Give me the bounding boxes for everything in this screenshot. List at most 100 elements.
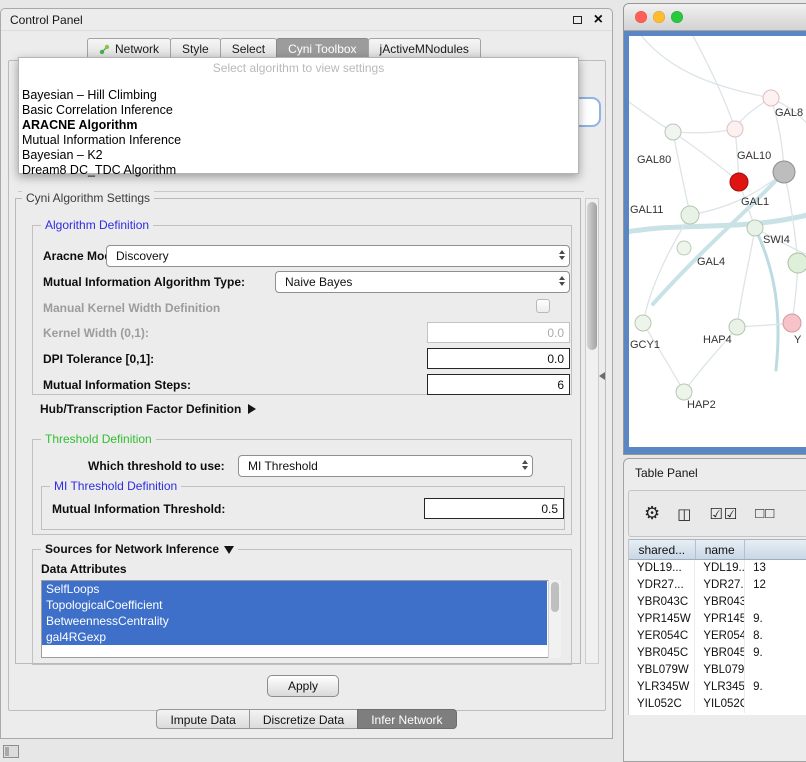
network-node[interactable] [681,206,699,224]
network-node[interactable] [727,121,743,137]
tab-discretize-data[interactable]: Discretize Data [249,709,358,729]
network-view-frame: GAL8GAL80GAL10GAL11GAL1SWI4GAL4GCY1HAP4Y… [624,31,806,454]
tab-label: jActiveMNodules [380,42,469,56]
docked-panel-icon[interactable] [3,745,19,758]
table-settings-gear-icon[interactable]: ⚙ [644,503,660,524]
table-cell: YBR045C [695,645,745,662]
mi-steps-field[interactable]: 6 [427,374,570,395]
select-all-columns-icon[interactable]: ☑☑ [709,505,738,523]
algorithm-option[interactable]: Bayesian – Hill Climbing [19,88,578,103]
algorithm-option[interactable]: Dream8 DC_TDC Algorithm [19,163,578,178]
which-threshold-select[interactable]: MI Threshold [238,455,533,477]
algorithm-option[interactable]: Mutual Information Inference [19,133,578,148]
table-cell: YPR145W [695,611,745,628]
table-row[interactable]: YDL19...YDL19...13 [629,560,806,577]
dropdown-empty-item[interactable] [19,76,578,88]
table-row[interactable]: YER054CYER054C8. [629,628,806,645]
unselect-all-columns-icon[interactable]: □□ [755,505,775,522]
close-window-icon[interactable] [635,11,647,23]
algorithm-option[interactable]: Basic Correlation Inference [19,103,578,118]
sources-expander[interactable]: Sources for Network Inference [41,542,238,556]
table-cell: 8. [745,628,806,645]
tab-impute-data[interactable]: Impute Data [156,709,249,729]
mi-threshold-field[interactable]: 0.5 [424,498,564,519]
table-row[interactable]: YBR045CYBR045C9. [629,645,806,662]
list-scrollbar-thumb[interactable] [551,582,559,612]
traffic-lights [635,11,683,23]
network-node[interactable] [677,241,691,255]
minimize-window-icon[interactable] [653,11,665,23]
settings-scrollbar[interactable] [585,198,599,664]
show-columns-icon[interactable]: ◫ [677,505,692,523]
dpi-tolerance-label: DPI Tolerance [0,1]: [43,352,154,366]
mi-type-select[interactable]: Naive Bayes [275,271,570,293]
network-tab-icon [99,44,110,55]
float-window-icon[interactable] [573,16,582,24]
combo-arrows-icon [559,276,565,286]
zoom-window-icon[interactable] [671,11,683,23]
table-row[interactable]: YBR043CYBR043C [629,594,806,611]
table-cell: YLR345W [695,679,745,696]
table-row[interactable]: YIL052CYIL052C [629,696,806,713]
network-node[interactable] [635,315,651,331]
column-header[interactable] [745,540,806,559]
which-threshold-value: MI Threshold [248,459,318,473]
column-header[interactable]: name [696,540,745,559]
list-scrollbar[interactable] [548,580,561,658]
table-row[interactable]: YBL079WYBL079W [629,662,806,679]
table-cell: 9. [745,611,806,628]
table-row[interactable]: YLR345WYLR345W9. [629,679,806,696]
table-cell: 9. [745,679,806,696]
settings-scrollbar-thumb[interactable] [587,202,597,350]
table-cell: YLR345W [629,679,695,696]
network-node-label: GCY1 [630,339,660,351]
collapse-arrow-icon [224,546,234,554]
close-panel-icon[interactable]: × [594,15,603,25]
network-window-titlebar [624,4,806,31]
dpi-tolerance-field[interactable]: 0.0 [427,348,570,369]
network-canvas[interactable]: GAL8GAL80GAL10GAL11GAL1SWI4GAL4GCY1HAP4Y… [629,36,806,447]
control-panel-window: Control Panel × NetworkStyleSelectCyni T… [0,8,613,739]
algorithm-definition-group: Algorithm Definition Aracne Mode: Discov… [32,225,572,395]
data-attributes-list: SelfLoopsTopologicalCoefficientBetweenne… [41,580,561,658]
network-node-label: GAL4 [697,256,725,268]
apply-button[interactable]: Apply [267,675,339,697]
algorithm-option[interactable]: Bayesian – K2 [19,148,578,163]
table-panel-window: Table Panel ⚙◫☑☑□□ shared...name YDL19..… [623,458,806,762]
aracne-mode-select[interactable]: Discovery [106,245,570,267]
table-cell [745,662,806,679]
tab-label: Select [232,42,265,56]
tab-infer-network[interactable]: Infer Network [357,709,456,729]
combo-arrows-icon [522,460,528,470]
network-node-label: Y [794,334,802,346]
table-row[interactable]: YDR27...YDR27...12 [629,577,806,594]
table-cell: YDL19... [629,560,695,577]
network-node[interactable] [730,173,748,191]
network-node-label: GAL10 [737,150,771,162]
table-cell [745,594,806,611]
algorithm-option[interactable]: ARACNE Algorithm [19,118,578,133]
network-node[interactable] [763,90,779,106]
combo-arrows-icon [559,250,565,260]
hub-definition-label: Hub/Transcription Factor Definition [40,402,241,416]
panel-collapse-arrow[interactable] [599,372,605,380]
network-node[interactable] [788,253,806,273]
network-node[interactable] [773,161,795,183]
data-attribute-item[interactable]: gal4RGexp [42,629,547,645]
dropdown-placeholder: Select algorithm to view settings [19,60,578,76]
network-node[interactable] [747,220,763,236]
data-attribute-item[interactable]: TopologicalCoefficient [42,597,547,613]
table-row[interactable]: YPR145WYPR145W9. [629,611,806,628]
settings-panel-title: Cyni Algorithm Settings [22,191,154,205]
hub-definition-expander[interactable]: Hub/Transcription Factor Definition [40,402,256,416]
data-attribute-item[interactable]: SelfLoops [42,581,547,597]
table-cell: 13 [745,560,806,577]
network-node[interactable] [665,124,681,140]
network-node[interactable] [729,319,745,335]
data-attribute-item[interactable]: BetweennessCentrality [42,613,547,629]
network-node[interactable] [676,384,692,400]
cyni-algorithm-settings-panel: Cyni Algorithm Settings Algorithm Defini… [15,198,581,664]
network-node[interactable] [783,314,801,332]
column-header[interactable]: shared... [629,540,696,559]
apply-button-label: Apply [288,679,318,693]
